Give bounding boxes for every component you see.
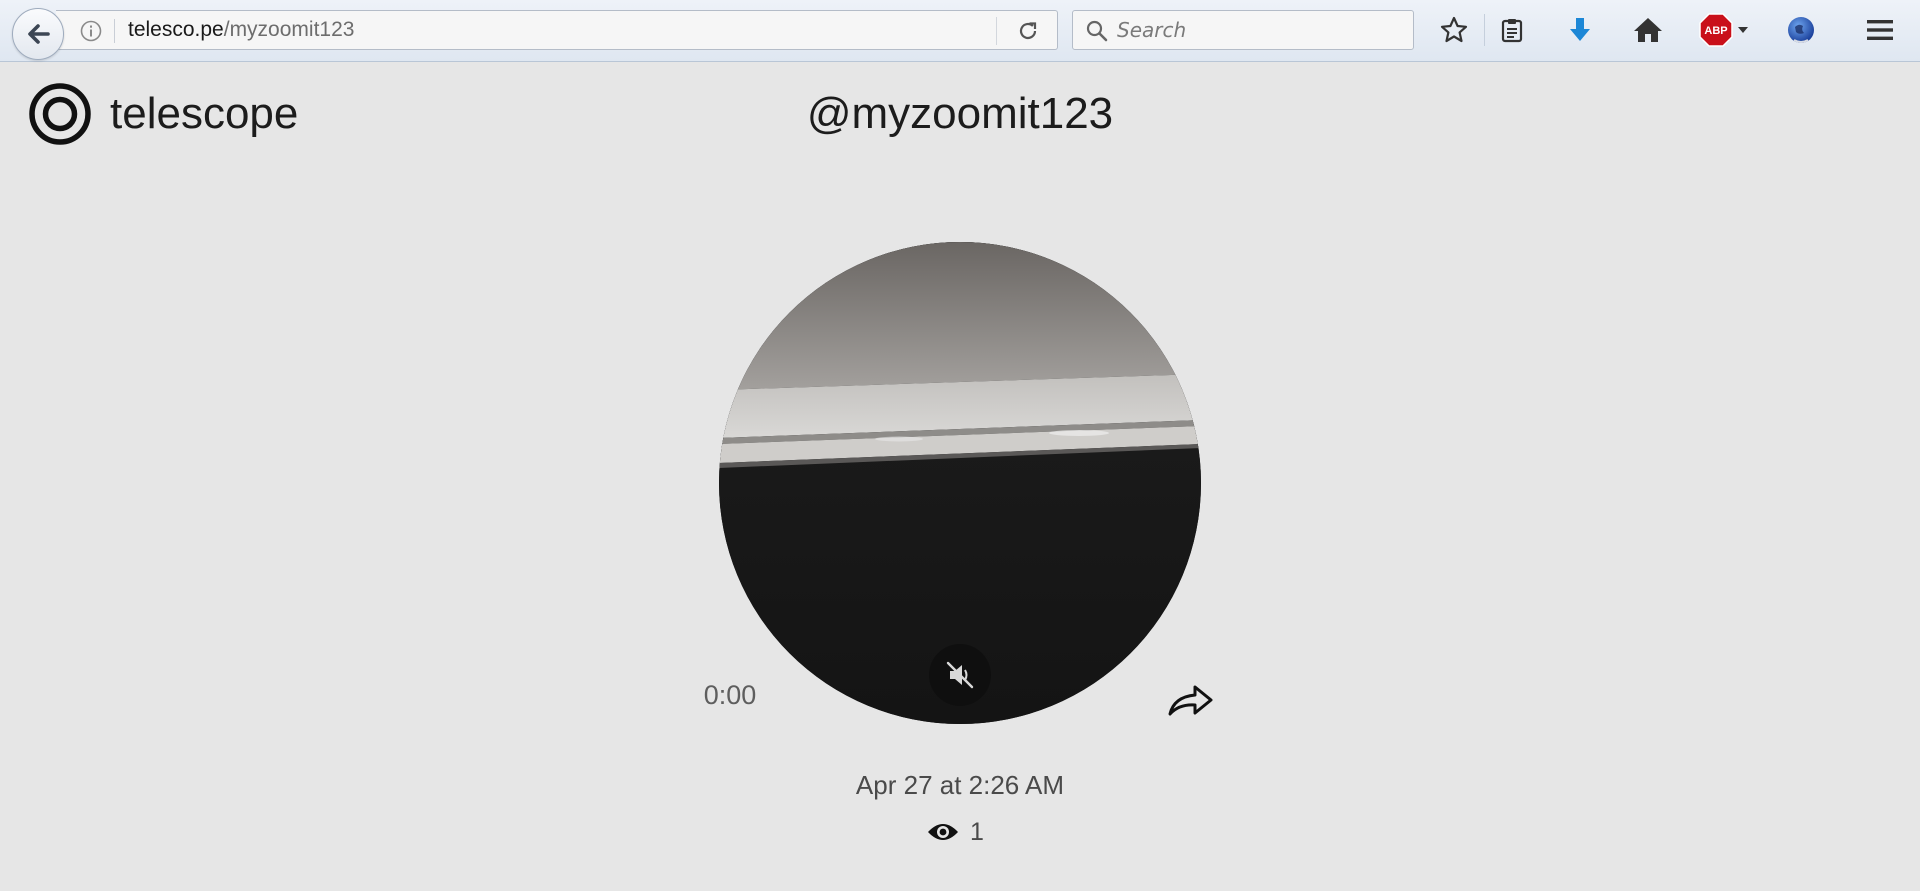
addon-button[interactable] — [1783, 12, 1819, 48]
speaker-muted-icon — [946, 661, 974, 689]
url-path: /myzoomit123 — [223, 18, 355, 41]
hamburger-icon — [1867, 20, 1893, 40]
search-bar[interactable] — [1072, 10, 1414, 50]
search-icon — [1086, 20, 1108, 42]
arrow-left-icon — [28, 24, 50, 44]
reload-divider — [996, 17, 997, 45]
info-icon[interactable] — [80, 20, 102, 42]
menu-button[interactable] — [1862, 12, 1898, 48]
url-host: telesco.pe — [128, 18, 224, 41]
reload-button[interactable] — [1011, 17, 1045, 45]
clipboard-icon — [1501, 19, 1523, 43]
posted-date: Apr 27 at 2:26 AM — [855, 770, 1065, 800]
playback-time: 0:00 — [703, 680, 757, 710]
share-button[interactable] — [1162, 680, 1218, 722]
reading-list-button[interactable] — [1494, 12, 1530, 48]
back-button[interactable] — [12, 8, 64, 60]
share-arrow-icon — [1168, 685, 1213, 716]
telescope-logo-icon[interactable] — [28, 82, 92, 146]
bookmark-button[interactable] — [1436, 12, 1472, 48]
adblock-label: ABP — [1704, 25, 1727, 37]
search-input[interactable] — [1117, 11, 1397, 49]
url-bar[interactable]: telesco.pe/myzoomit123 — [56, 10, 1058, 50]
download-arrow-icon — [1570, 18, 1590, 41]
adblock-plus-icon: ABP — [1699, 13, 1733, 47]
url-divider — [114, 19, 115, 43]
home-icon — [1634, 18, 1662, 42]
star-icon — [1440, 16, 1468, 43]
reload-icon — [1019, 22, 1037, 40]
view-count: 1 — [970, 817, 984, 846]
adblock-button[interactable]: ABP — [1694, 12, 1754, 48]
page-title: @myzoomit123 — [806, 89, 1114, 138]
eye-icon — [928, 824, 958, 840]
site-name[interactable]: telescope — [110, 86, 298, 142]
home-button[interactable] — [1630, 12, 1666, 48]
downloads-button[interactable] — [1562, 12, 1598, 48]
view-counter: 1 — [926, 815, 984, 849]
browser-toolbar: telesco.pe/myzoomit123 Search ABP — [0, 0, 1920, 62]
chevron-down-icon — [1738, 27, 1748, 33]
mute-button[interactable] — [929, 644, 991, 706]
url-text[interactable]: telesco.pe/myzoomit123 — [128, 11, 354, 49]
toolbar-separator — [1484, 14, 1485, 46]
globe-icon — [1788, 17, 1814, 43]
